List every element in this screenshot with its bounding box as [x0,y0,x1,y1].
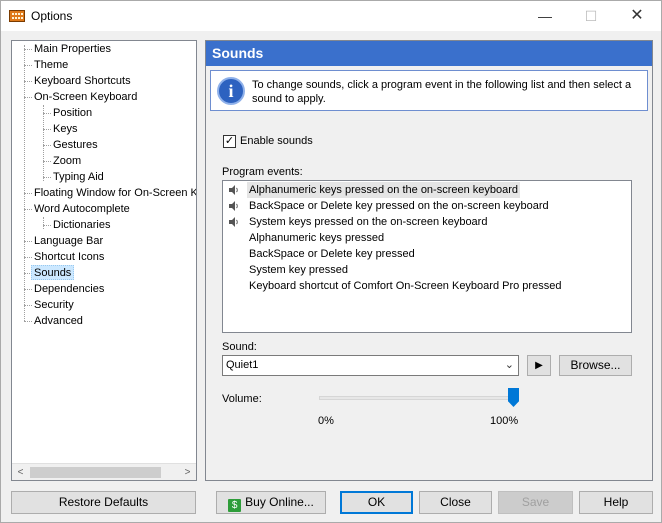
tree-item-zoom[interactable]: Zoom [51,154,83,169]
volume-label: Volume: [222,393,262,405]
tree-item-language-bar[interactable]: Language Bar [32,234,105,249]
ok-button[interactable]: OK [340,491,413,514]
tree-line [24,209,32,210]
sounds-panel: Sounds i To change sounds, click a progr… [205,40,653,481]
event-label: BackSpace or Delete key pressed [249,248,415,260]
sound-select[interactable]: Quiet1 ⌄ [222,355,519,376]
tree-line [43,225,51,226]
event-row[interactable]: BackSpace or Delete key pressed on the o… [224,198,632,214]
event-label: System keys pressed on the on-screen key… [249,216,488,228]
tree-line [24,97,32,98]
tree-line [24,321,32,322]
event-row[interactable]: Keyboard shortcut of Comfort On-Screen K… [224,278,632,294]
close-button[interactable]: Close [419,491,492,514]
tree-item-dictionaries[interactable]: Dictionaries [51,218,112,233]
tree-line [24,241,32,242]
enable-sounds-label[interactable]: Enable sounds [240,135,313,147]
scroll-left-icon[interactable]: < [12,464,29,480]
minimize-button[interactable]: — [522,1,568,31]
event-row[interactable]: Alphanumeric keys pressed [224,230,632,246]
tree-item-dependencies[interactable]: Dependencies [32,282,106,297]
info-box: i To change sounds, click a program even… [210,70,648,111]
window-title: Options [31,9,73,23]
speaker-icon [229,185,238,195]
tree-line [24,45,25,321]
event-label: System key pressed [249,264,349,276]
save-button[interactable]: Save [498,491,573,514]
tree-line [43,161,51,162]
tree-line [24,65,32,66]
tree-item-typing-aid[interactable]: Typing Aid [51,170,106,185]
play-sound-button[interactable]: ▶ [527,355,551,376]
tree-line [24,305,32,306]
tree-item-sounds[interactable]: Sounds [31,265,75,280]
info-text: To change sounds, click a program event … [252,79,632,105]
tree-line [43,129,51,130]
volume-slider-track[interactable] [319,396,512,400]
title-bar: Options — ☐ ✕ [1,1,661,31]
event-row[interactable]: Alphanumeric keys pressed on the on-scre… [224,182,632,198]
tree-horizontal-scrollbar[interactable]: < > [12,463,196,480]
tree-line [24,81,32,82]
tree-item-gestures[interactable]: Gestures [51,138,100,153]
buy-online-label: Buy Online... [245,495,314,509]
tree-line [43,217,44,229]
sound-value: Quiet1 [226,359,259,371]
tree-item-security[interactable]: Security [32,298,76,313]
tree-line [43,145,51,146]
tree-item-position[interactable]: Position [51,106,94,121]
event-row[interactable]: BackSpace or Delete key pressed [224,246,632,262]
tree-item-floating-window[interactable]: Floating Window for On-Screen Ke [32,186,196,201]
options-window: Options — ☐ ✕ Main Properties Theme Keyb… [0,0,662,523]
tree-item-keyboard-shortcuts[interactable]: Keyboard Shortcuts [32,74,133,89]
tree-line [24,289,32,290]
event-row[interactable]: System keys pressed on the on-screen key… [224,214,632,230]
tree-item-on-screen-keyboard[interactable]: On-Screen Keyboard [32,90,139,105]
tree-line [24,257,32,258]
tree-item-word-autocomplete[interactable]: Word Autocomplete [32,202,132,217]
info-icon: i [217,77,245,105]
event-row[interactable]: System key pressed [224,262,632,278]
event-label: BackSpace or Delete key pressed on the o… [249,200,549,212]
keyboard-app-icon [9,10,25,22]
dollar-icon: $ [228,499,242,512]
tree-line [43,113,51,114]
volume-min-label: 0% [318,415,334,427]
tree-line [24,193,32,194]
tree-item-theme[interactable]: Theme [32,58,70,73]
tree-item-main-properties[interactable]: Main Properties [32,42,113,57]
event-label: Alphanumeric keys pressed [249,232,385,244]
program-events-label: Program events: [222,166,303,178]
scroll-right-icon[interactable]: > [179,464,196,480]
buy-online-button[interactable]: $ Buy Online... [216,491,326,514]
tree-line [43,177,51,178]
enable-sounds-checkbox[interactable]: ✓ [223,135,236,148]
program-events-list[interactable]: Alphanumeric keys pressed on the on-scre… [222,180,632,333]
restore-defaults-button[interactable]: Restore Defaults [11,491,196,514]
tree-item-shortcut-icons[interactable]: Shortcut Icons [32,250,106,265]
chevron-down-icon: ⌄ [504,359,514,371]
close-window-button[interactable]: ✕ [614,1,660,31]
speaker-icon [229,201,238,211]
sound-label: Sound: [222,341,257,353]
help-button[interactable]: Help [579,491,653,514]
maximize-button[interactable]: ☐ [568,1,614,31]
event-label: Keyboard shortcut of Comfort On-Screen K… [249,280,562,292]
speaker-icon [229,217,238,227]
options-tree[interactable]: Main Properties Theme Keyboard Shortcuts… [11,40,197,481]
tree-line [24,49,32,50]
section-title: Sounds [206,41,652,66]
tree-item-keys[interactable]: Keys [51,122,79,137]
browse-button[interactable]: Browse... [559,355,632,376]
scrollbar-thumb[interactable] [30,467,161,478]
volume-slider-thumb[interactable] [508,388,519,407]
volume-max-label: 100% [490,415,519,427]
tree-line [43,105,44,181]
tree-item-advanced[interactable]: Advanced [32,314,85,329]
event-label: Alphanumeric keys pressed on the on-scre… [247,182,521,198]
